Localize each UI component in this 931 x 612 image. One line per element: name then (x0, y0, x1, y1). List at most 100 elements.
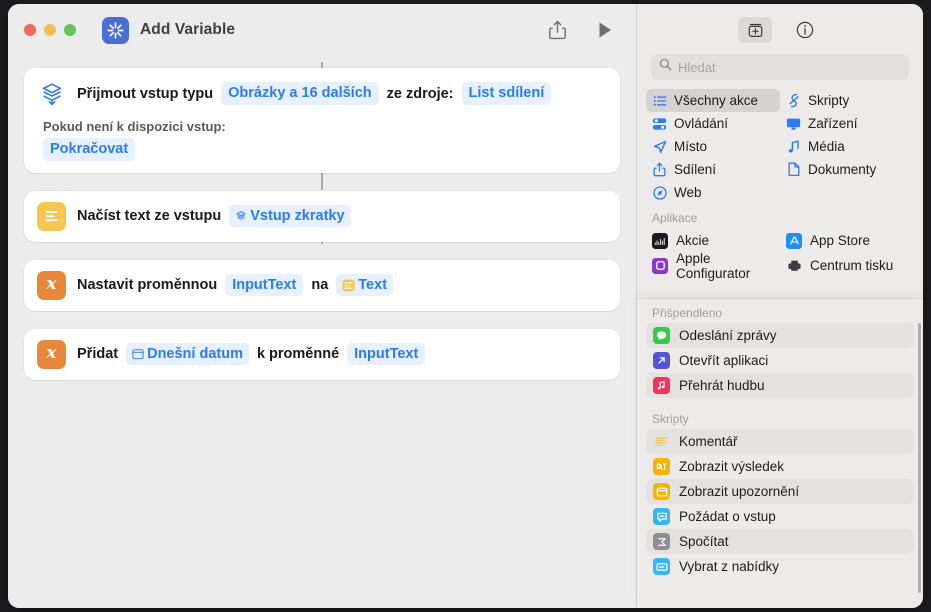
print-center-icon (786, 258, 802, 274)
action-label: Přijmout vstup typu (77, 85, 214, 102)
sidebar-item-web[interactable]: Web (646, 181, 780, 204)
param-variable-value[interactable]: Text (336, 273, 394, 297)
sidebar-item-label: Zařízení (808, 116, 858, 131)
action-card-set-variable[interactable]: x Nastavit proměnnou InputText na Text (24, 259, 620, 311)
stocks-app-icon (652, 232, 668, 249)
safari-compass-icon (652, 185, 667, 200)
list-item[interactable]: Otevřít aplikaci (646, 348, 914, 373)
show-result-icon (653, 458, 670, 475)
action-label: Přidat (77, 346, 119, 363)
list-item[interactable]: Apple Configurator (646, 250, 780, 281)
appstore-app-icon (786, 232, 802, 249)
messages-icon (653, 327, 670, 344)
list-item-label: Zobrazit upozornění (679, 484, 800, 499)
list-item[interactable]: App Store (780, 228, 914, 253)
sidebar-item-sharing[interactable]: Sdílení (646, 158, 780, 181)
share-icon[interactable] (546, 19, 568, 41)
display-icon (786, 117, 801, 131)
sidebar-item-label: Skripty (808, 93, 850, 108)
list-item[interactable]: Odeslání zprávy (646, 323, 914, 348)
sidebar-item-all-actions[interactable]: Všechny akce (646, 89, 780, 112)
list-item[interactable]: Požádat o vstup (646, 504, 914, 529)
sidebar-item-media[interactable]: Média (780, 135, 914, 158)
flow-connector (321, 172, 323, 190)
search-icon (659, 58, 672, 76)
configurator-app-icon (652, 257, 668, 274)
sidebar-item-location[interactable]: Místo (646, 135, 780, 158)
search-field[interactable] (651, 54, 909, 80)
toolbar-actions (546, 19, 622, 41)
category-grid: Všechny akce Skripty Ovládání Zařízení M… (637, 89, 923, 204)
list-item[interactable]: Centrum tisku (780, 253, 914, 278)
text-lines-icon (342, 278, 355, 292)
comment-icon (653, 433, 670, 450)
choose-menu-icon (653, 558, 670, 575)
search-input[interactable] (678, 59, 901, 75)
list-item[interactable]: Spočítat (646, 529, 914, 554)
action-label: Nastavit proměnnou (77, 277, 218, 294)
param-input-type[interactable]: Obrázky a 16 dalších (221, 82, 379, 105)
shortcut-flow: Přijmout vstup typu Obrázky a 16 dalších… (8, 62, 636, 380)
param-variable-name[interactable]: InputText (225, 273, 304, 297)
sidebar-scrollbar[interactable] (918, 323, 921, 593)
param-today-date[interactable]: Dnešní datum (126, 342, 249, 366)
list-item[interactable]: Zobrazit upozornění (646, 479, 914, 504)
music-note-icon (786, 140, 801, 154)
pinned-list: Odeslání zprávy Otevřít aplikaci Přehrát… (637, 323, 923, 398)
scripting-icon (786, 93, 801, 108)
list-item-label: Zobrazit výsledek (679, 459, 785, 474)
show-alert-icon (653, 483, 670, 500)
title-bar: Add Variable (8, 4, 636, 56)
list-item-label: Apple Configurator (676, 250, 751, 281)
sidebar-item-devices[interactable]: Zařízení (780, 112, 914, 135)
action-label-2: ze zdroje: (386, 85, 454, 102)
variable-glyph: x (46, 273, 57, 294)
list-item-label: Požádat o vstup (679, 509, 776, 524)
list-item[interactable]: Akcie (646, 228, 780, 253)
shortcut-input-icon (235, 210, 247, 222)
param-target-variable[interactable]: InputText (347, 342, 426, 366)
action-card-add-to-variable[interactable]: x Přidat Dnešní datum k proměnné InputTe… (24, 328, 620, 380)
sidebar-item-documents[interactable]: Dokumenty (780, 158, 914, 181)
scripts-list: Komentář Zobrazit výsledek Zobrazit upoz… (637, 429, 923, 579)
sparkle-icon (102, 16, 129, 44)
param-source[interactable]: List sdílení (461, 82, 552, 105)
action-label-2: na (311, 277, 329, 294)
variable-glyph: x (46, 342, 57, 363)
action-library-icon[interactable] (738, 17, 772, 43)
list-item[interactable]: Zobrazit výsledek (646, 454, 914, 479)
sidebar-item-label: Ovládání (674, 116, 729, 131)
sidebar-item-label: Dokumenty (808, 162, 877, 177)
section-header-pinned: Přišpendleno (652, 306, 723, 320)
window-title: Add Variable (140, 21, 236, 38)
list-item[interactable]: Komentář (646, 429, 914, 454)
zoom-button[interactable] (64, 24, 76, 36)
sidebar-item-controls[interactable]: Ovládání (646, 112, 780, 135)
list-item[interactable]: Vybrat z nabídky (646, 554, 914, 579)
info-icon[interactable] (788, 17, 822, 43)
action-card-get-text[interactable]: Načíst text ze vstupu Vstup zkratky (24, 190, 620, 242)
open-app-icon (653, 352, 670, 369)
pinned-and-scripts-panel: Přišpendleno Odeslání zprávy Otevřít apl… (637, 299, 923, 608)
param-shortcut-input[interactable]: Vstup zkratky (229, 204, 351, 228)
sidebar-item-label: Sdílení (674, 162, 717, 177)
receive-input-icon (37, 79, 66, 108)
no-input-label: Pokud není k dispozici vstup: (43, 119, 226, 134)
calculate-icon (653, 533, 670, 550)
list-item-label: Otevřít aplikaci (679, 353, 769, 368)
close-button[interactable] (24, 24, 36, 36)
sidebar-toolbar (637, 4, 923, 52)
action-card-receive-input[interactable]: Přijmout vstup typu Obrázky a 16 dalších… (24, 68, 620, 173)
minimize-button[interactable] (44, 24, 56, 36)
action-library-sidebar: Všechny akce Skripty (636, 4, 923, 608)
location-arrow-icon (652, 140, 667, 154)
param-no-input-action[interactable]: Pokračovat (43, 138, 136, 161)
list-item[interactable]: Přehrát hudbu (646, 373, 914, 398)
section-header-apps: Aplikace (652, 211, 698, 225)
list-item-label: Centrum tisku (810, 258, 894, 273)
share-up-icon (652, 162, 667, 177)
play-icon[interactable] (594, 19, 616, 41)
list-item-label: Přehrát hudbu (679, 378, 765, 393)
document-icon (786, 162, 801, 177)
sidebar-item-scripting[interactable]: Skripty (780, 89, 914, 112)
